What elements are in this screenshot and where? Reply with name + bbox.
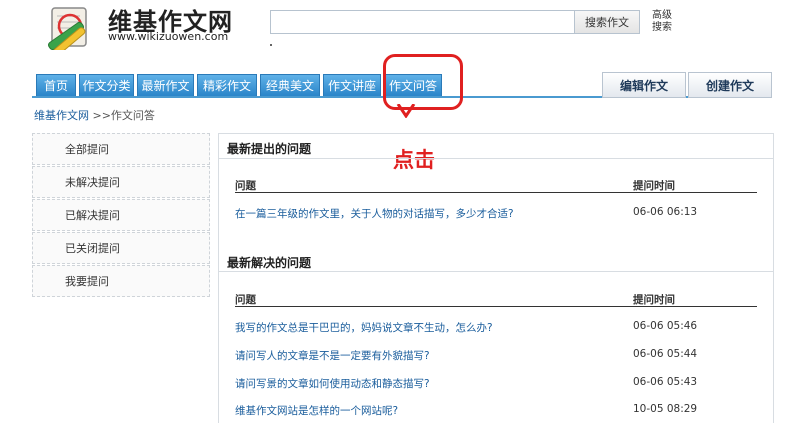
section-title-latest-solved: 最新解决的问题 — [227, 256, 312, 270]
search-button[interactable]: 搜索作文 — [574, 11, 639, 33]
section-title-latest-asked: 最新提出的问题 — [227, 142, 312, 156]
section-divider — [219, 271, 773, 272]
tab-lectures[interactable]: 作文讲座 — [323, 74, 381, 96]
sidebar-item-unsolved[interactable]: 未解决提问 — [32, 166, 210, 198]
sidebar-item-all[interactable]: 全部提问 — [32, 133, 210, 165]
click-highlight — [383, 54, 463, 110]
column-header-time: 提问时间 — [633, 294, 675, 306]
column-header-question: 问题 — [235, 294, 256, 306]
logo-icon — [42, 2, 100, 56]
header-rule — [235, 306, 757, 307]
tab-classics[interactable]: 经典美文 — [260, 74, 320, 96]
sidebar-item-solved[interactable]: 已解决提问 — [32, 199, 210, 231]
question-link[interactable]: 维基作文网站是怎样的一个网站呢? — [235, 403, 398, 418]
sidebar-item-closed[interactable]: 已关闭提问 — [32, 232, 210, 264]
question-link[interactable]: 请问写景的文章如何使用动态和静态描写? — [235, 376, 430, 391]
site-url: www.wikizuowen.com — [108, 30, 229, 43]
question-time: 06-06 06:13 — [633, 206, 698, 218]
column-header-time: 提问时间 — [633, 180, 675, 192]
divider-dot — [270, 44, 272, 46]
main-panel: 最新提出的问题 问题 提问时间 在一篇三年级的作文里，关于人物的对话描写，多少才… — [218, 133, 774, 423]
sidebar-item-ask[interactable]: 我要提问 — [32, 265, 210, 297]
breadcrumb-home[interactable]: 维基作文网 — [34, 109, 89, 122]
create-essay-button[interactable]: 创建作文 — [688, 72, 772, 98]
breadcrumb-current: >>作文问答 — [89, 109, 155, 122]
question-time: 10-05 08:29 — [633, 403, 698, 415]
search-box: 搜索作文 — [270, 10, 640, 34]
question-time: 06-06 05:46 — [633, 320, 698, 332]
tab-latest[interactable]: 最新作文 — [137, 74, 194, 96]
breadcrumb: 维基作文网 >>作文问答 — [34, 107, 155, 123]
header-rule — [235, 192, 757, 193]
question-link[interactable]: 我写的作文总是干巴巴的，妈妈说文章不生动，怎么办? — [235, 320, 493, 335]
question-time: 06-06 05:43 — [633, 376, 698, 388]
tab-featured[interactable]: 精彩作文 — [197, 74, 257, 96]
edit-essay-button[interactable]: 编辑作文 — [602, 72, 686, 98]
highlight-tail — [396, 104, 416, 118]
question-link[interactable]: 请问写人的文章是不是一定要有外貌描写? — [235, 348, 430, 363]
tab-home[interactable]: 首页 — [36, 74, 76, 96]
sidebar: 全部提问 未解决提问 已解决提问 已关闭提问 我要提问 — [32, 133, 210, 298]
question-time: 06-06 05:44 — [633, 348, 698, 360]
column-header-question: 问题 — [235, 180, 256, 192]
search-input[interactable] — [271, 11, 571, 33]
advanced-search-link[interactable]: 高级搜索 — [652, 10, 676, 34]
question-link[interactable]: 在一篇三年级的作文里，关于人物的对话描写，多少才合适? — [235, 206, 514, 221]
section-divider — [219, 158, 773, 159]
tab-categories[interactable]: 作文分类 — [79, 74, 134, 96]
